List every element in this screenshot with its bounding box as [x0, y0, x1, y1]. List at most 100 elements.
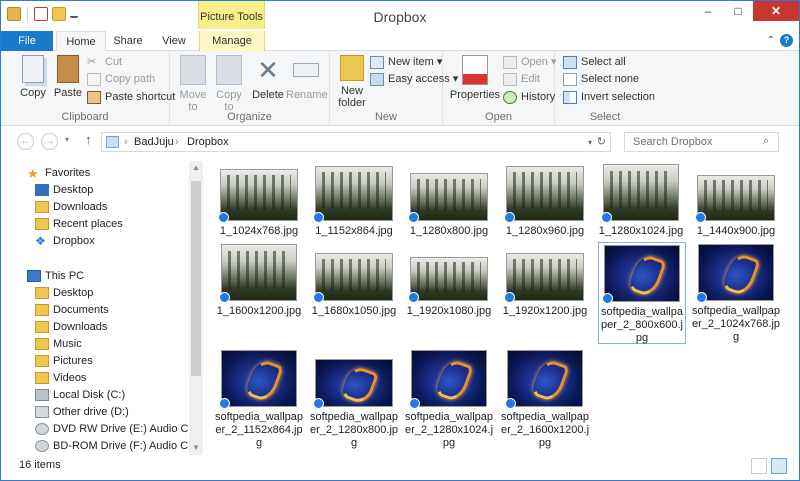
invert-selection-button[interactable]: Invert selection: [563, 89, 655, 106]
nav-favorites[interactable]: ★ Favorites: [27, 165, 90, 182]
nav-pc-videos[interactable]: Videos: [35, 370, 86, 387]
file-name: 1_1440x900.jpg: [696, 225, 776, 237]
up-button[interactable]: ↑: [85, 132, 92, 147]
nav-pc-documents[interactable]: Documents: [35, 302, 109, 319]
file-item[interactable]: 1_1280x800.jpg: [404, 164, 494, 238]
desktop-icon: [35, 184, 49, 196]
group-organize: Move to Copy to ✕ Delete Rename Organize: [170, 51, 330, 126]
file-item[interactable]: softpedia_wallpaper_2_1280x800.jpg: [309, 350, 399, 450]
nav-scrollbar[interactable]: ▲ ▼: [189, 161, 203, 455]
copy-label: Copy: [20, 87, 46, 99]
close-button[interactable]: ✕: [753, 1, 799, 21]
rename-button[interactable]: Rename: [286, 55, 328, 101]
paste-button[interactable]: Paste: [51, 55, 85, 99]
minimize-button[interactable]: –: [693, 1, 723, 21]
address-dropdown-icon[interactable]: ▾: [588, 138, 592, 147]
sync-status-icon: [408, 212, 419, 223]
paste-shortcut-button[interactable]: Paste shortcut: [87, 89, 175, 106]
move-to-button[interactable]: Move to: [176, 55, 210, 113]
tab-manage[interactable]: Manage: [199, 31, 265, 51]
help-icon[interactable]: ?: [780, 34, 793, 47]
sync-status-icon: [696, 292, 707, 303]
file-thumbnail: [313, 166, 393, 223]
copy-to-button[interactable]: Copy to: [212, 55, 246, 113]
new-item-button[interactable]: New item ▾: [370, 54, 442, 71]
nav-scrollbar-thumb[interactable]: [191, 181, 201, 376]
properties-button[interactable]: Properties: [449, 55, 501, 101]
nav-pc-pictures[interactable]: Pictures: [35, 353, 93, 370]
file-item[interactable]: 1_1280x960.jpg: [500, 164, 590, 238]
nav-pc-music[interactable]: Music: [35, 336, 82, 353]
delete-button[interactable]: ✕ Delete: [250, 55, 286, 101]
select-all-button[interactable]: Select all: [563, 54, 626, 71]
edit-button[interactable]: Edit: [503, 71, 540, 88]
refresh-icon[interactable]: ↻: [597, 135, 606, 148]
nav-fav-downloads[interactable]: Downloads: [35, 199, 107, 216]
folder-app-icon[interactable]: [7, 7, 21, 21]
file-item[interactable]: 1_1920x1080.jpg: [404, 244, 494, 318]
scroll-up-icon[interactable]: ▲: [189, 161, 203, 175]
file-thumbnail: [219, 350, 297, 409]
file-item[interactable]: softpedia_wallpaper_2_1024x768.jpg: [691, 244, 781, 344]
properties-icon[interactable]: [34, 7, 48, 21]
drive-icon: [35, 406, 49, 418]
scroll-down-icon[interactable]: ▼: [189, 441, 203, 455]
open-button[interactable]: Open ▾: [503, 54, 557, 71]
file-item[interactable]: 1_1600x1200.jpg: [214, 244, 304, 318]
window-title: Dropbox: [373, 9, 427, 25]
file-item[interactable]: 1_1152x864.jpg: [309, 164, 399, 238]
nav-pc-local-disk-c[interactable]: Local Disk (C:): [35, 387, 125, 404]
file-item[interactable]: softpedia_wallpaper_2_1280x1024.jpg: [404, 350, 494, 450]
breadcrumb-badjuju[interactable]: BadJuju: [134, 136, 174, 148]
nav-fav-desktop[interactable]: Desktop: [35, 182, 93, 199]
nav-fav-dropbox[interactable]: ❖ Dropbox: [35, 233, 95, 250]
details-view-icon[interactable]: [751, 458, 767, 474]
address-sep-icon: ›: [124, 136, 128, 148]
file-item[interactable]: softpedia_wallpaper_2_1600x1200.jpg: [500, 350, 590, 450]
file-item[interactable]: 1_1920x1200.jpg: [500, 244, 590, 318]
new-folder-button[interactable]: New folder: [334, 55, 370, 109]
file-item-selected[interactable]: softpedia_wallpaper_2_800x600.jpg: [598, 242, 686, 344]
file-name: softpedia_wallpaper_2_1280x1024.jpg: [404, 411, 494, 449]
file-thumbnail: [601, 164, 679, 223]
tab-share[interactable]: Share: [113, 31, 143, 51]
maximize-button[interactable]: □: [723, 1, 753, 21]
forward-button[interactable]: →: [41, 133, 58, 150]
history-button[interactable]: History: [503, 89, 555, 106]
history-icon: [503, 91, 517, 104]
tab-file[interactable]: File: [1, 31, 53, 51]
large-icons-view-icon[interactable]: [771, 458, 787, 474]
copy-button[interactable]: Copy: [11, 55, 55, 99]
new-folder-icon[interactable]: [52, 7, 66, 21]
copy-path-button[interactable]: Copy path: [87, 71, 155, 88]
nav-pc-dvd-e[interactable]: DVD RW Drive (E:) Audio CD: [35, 421, 196, 438]
new-group-label: New: [374, 111, 397, 123]
search-input[interactable]: Search Dropbox: [624, 132, 779, 152]
cut-button[interactable]: ✂ Cut: [87, 54, 122, 71]
file-item[interactable]: softpedia_wallpaper_2_1152x864.jpg: [214, 350, 304, 450]
file-item[interactable]: 1_1440x900.jpg: [691, 164, 781, 238]
nav-thispc[interactable]: This PC: [27, 268, 84, 285]
file-item[interactable]: 1_1024x768.jpg: [214, 164, 304, 238]
new-item-icon: [370, 56, 384, 69]
back-button[interactable]: ←: [17, 133, 34, 150]
tab-home[interactable]: Home: [56, 31, 106, 52]
nav-pc-downloads[interactable]: Downloads: [35, 319, 107, 336]
recent-locations-chevron-icon[interactable]: ▾: [65, 135, 69, 144]
nav-pc-other-drive-d[interactable]: Other drive (D:): [35, 404, 129, 421]
folder-icon: [35, 321, 49, 333]
cut-label: Cut: [105, 56, 123, 68]
ribbon: Copy Paste ✂ Cut Copy path Paste shortcu…: [1, 51, 799, 126]
select-none-button[interactable]: Select none: [563, 71, 639, 88]
ribbon-collapse-chevron-icon[interactable]: ⌃: [767, 35, 775, 46]
file-item[interactable]: 1_1280x1024.jpg: [596, 164, 686, 238]
group-new: New folder New item ▾ Easy access ▾ New: [330, 51, 458, 126]
tab-view[interactable]: View: [159, 31, 189, 51]
breadcrumb-dropbox[interactable]: Dropbox: [187, 136, 229, 148]
address-box[interactable]: › BadJuju › Dropbox ▾ ↻: [101, 132, 611, 152]
nav-fav-recent[interactable]: Recent places: [35, 216, 123, 233]
file-item[interactable]: 1_1680x1050.jpg: [309, 244, 399, 318]
qat-dropdown-icon[interactable]: [70, 10, 78, 18]
nav-pc-bd-f[interactable]: BD-ROM Drive (F:) Audio CD: [35, 438, 196, 455]
nav-pc-desktop[interactable]: Desktop: [35, 285, 93, 302]
